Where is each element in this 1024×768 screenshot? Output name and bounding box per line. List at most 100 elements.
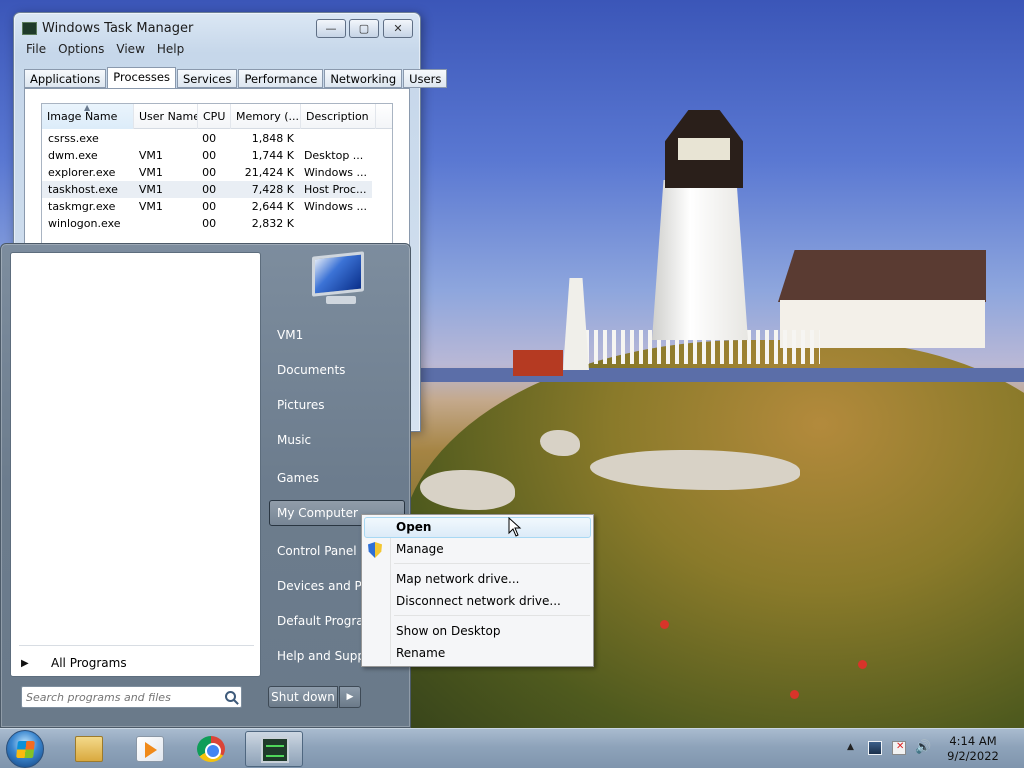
- cell-user-name: VM1: [138, 183, 163, 196]
- column-user-name[interactable]: User Name: [134, 104, 198, 129]
- cell-memory: 1,848 K: [251, 132, 294, 145]
- clock[interactable]: 4:14 AM 9/2/2022: [940, 734, 1006, 764]
- wallpaper-lighthouse-glass: [678, 138, 730, 160]
- close-button[interactable]: ✕: [383, 19, 413, 38]
- start-item-music[interactable]: Music: [269, 427, 405, 453]
- start-item-documents[interactable]: Documents: [269, 357, 405, 383]
- start-button[interactable]: [6, 730, 44, 768]
- cell-image-name: winlogon.exe: [48, 217, 121, 230]
- wallpaper-shed: [513, 350, 563, 376]
- start-search-box[interactable]: [21, 686, 242, 708]
- wallpaper-flower: [858, 660, 867, 669]
- cell-description: Windows ...: [303, 166, 368, 179]
- computer-monitor-icon: [312, 251, 364, 297]
- volume-icon[interactable]: 🔊: [915, 741, 931, 755]
- cell-cpu: 00: [202, 183, 217, 196]
- tab-users[interactable]: Users: [403, 69, 448, 88]
- table-row[interactable]: dwm.exe VM1 00 1,744 K Desktop ...: [42, 147, 372, 164]
- title-bar[interactable]: Windows Task Manager — ▢ ✕: [14, 13, 420, 43]
- cell-description: [298, 215, 372, 232]
- menu-help[interactable]: Help: [151, 42, 190, 60]
- clock-time: 4:14 AM: [949, 734, 997, 748]
- window-title: Windows Task Manager: [42, 21, 194, 36]
- tab-strip: Applications Processes Services Performa…: [24, 67, 448, 89]
- taskbar-media-player[interactable]: [121, 731, 179, 767]
- cell-image-name: taskhost.exe: [48, 183, 118, 196]
- menu-item-show-on-desktop[interactable]: Show on Desktop: [364, 621, 591, 642]
- menu-bar: File Options View Help: [20, 42, 190, 60]
- maximize-button[interactable]: ▢: [349, 19, 379, 38]
- menu-item-map-network-drive[interactable]: Map network drive...: [364, 569, 591, 590]
- cell-memory: 2,644 K: [251, 200, 294, 213]
- sort-ascending-icon: ▲: [84, 104, 91, 112]
- wallpaper-small-tower: [563, 278, 589, 370]
- tab-processes[interactable]: Processes: [107, 67, 176, 89]
- wallpaper-flower: [660, 620, 669, 629]
- start-item-user[interactable]: VM1: [269, 322, 405, 348]
- task-manager-icon: [261, 737, 289, 763]
- task-manager-icon: [22, 22, 37, 35]
- table-row-selected[interactable]: taskhost.exe VM1 00 7,428 K Host Proc...: [42, 181, 372, 198]
- cell-description: [298, 130, 372, 147]
- cell-memory: 21,424 K: [244, 166, 294, 179]
- tab-performance[interactable]: Performance: [238, 69, 324, 88]
- menu-item-rename[interactable]: Rename: [364, 643, 591, 664]
- menu-options[interactable]: Options: [52, 42, 110, 60]
- user-picture[interactable]: [304, 250, 366, 310]
- column-cpu[interactable]: CPU: [198, 104, 231, 129]
- context-menu: Open Manage Map network drive... Disconn…: [361, 514, 594, 667]
- menu-file[interactable]: File: [20, 42, 52, 60]
- cell-user-name: [133, 215, 196, 232]
- table-row[interactable]: explorer.exe VM1 00 21,424 K Windows ...: [42, 164, 372, 181]
- all-programs-button[interactable]: ▶ All Programs: [21, 653, 251, 673]
- cell-description: Windows ...: [303, 200, 368, 213]
- mouse-pointer-icon: [508, 517, 522, 537]
- menu-separator: [394, 563, 590, 564]
- menu-item-manage[interactable]: Manage: [364, 539, 591, 560]
- taskbar: ▲ 🔊 4:14 AM 9/2/2022: [0, 728, 1024, 768]
- cell-user-name: VM1: [138, 149, 163, 162]
- cell-memory: 7,428 K: [251, 183, 294, 196]
- search-icon[interactable]: [225, 691, 236, 702]
- network-icon[interactable]: [868, 741, 882, 755]
- taskbar-task-manager[interactable]: [245, 731, 303, 767]
- cell-image-name: taskmgr.exe: [48, 200, 116, 213]
- taskbar-windows-explorer[interactable]: [60, 731, 118, 767]
- minimize-button[interactable]: —: [316, 19, 346, 38]
- table-row[interactable]: taskmgr.exe VM1 00 2,644 K Windows ...: [42, 198, 372, 215]
- taskbar-chrome[interactable]: [182, 731, 240, 767]
- show-hidden-icons-chevron-up-icon[interactable]: ▲: [847, 742, 854, 752]
- media-player-icon: [136, 736, 164, 762]
- action-center-flag-icon[interactable]: [892, 741, 906, 755]
- tab-applications[interactable]: Applications: [24, 69, 107, 88]
- menu-item-open[interactable]: Open: [364, 517, 591, 538]
- tab-services[interactable]: Services: [176, 69, 238, 88]
- programs-list: ▶ All Programs: [10, 252, 261, 677]
- cell-memory: 1,744 K: [251, 149, 294, 162]
- chevron-right-icon: ▶: [346, 692, 354, 702]
- column-memory[interactable]: Memory (...: [231, 104, 301, 129]
- process-list-header: ▲ Image Name User Name CPU Memory (... D…: [42, 104, 392, 129]
- search-input[interactable]: [26, 689, 216, 705]
- tab-networking[interactable]: Networking: [324, 69, 403, 88]
- column-image-name[interactable]: ▲ Image Name: [42, 104, 134, 129]
- cell-description: Desktop ...: [303, 149, 364, 162]
- column-description[interactable]: Description: [301, 104, 376, 129]
- shut-down-button[interactable]: Shut down: [268, 686, 338, 708]
- wallpaper-house-roof: [778, 250, 986, 302]
- start-item-games[interactable]: Games: [269, 465, 405, 491]
- start-item-pictures[interactable]: Pictures: [269, 392, 405, 418]
- cell-cpu: 00: [202, 132, 217, 145]
- table-row[interactable]: csrss.exe 00 1,848 K: [42, 130, 372, 147]
- cell-image-name: dwm.exe: [48, 149, 98, 162]
- menu-view[interactable]: View: [110, 42, 150, 60]
- cell-cpu: 00: [202, 166, 217, 179]
- cell-user-name: VM1: [138, 166, 163, 179]
- minimize-icon: —: [325, 22, 337, 35]
- menu-item-disconnect-network-drive[interactable]: Disconnect network drive...: [364, 591, 591, 612]
- start-menu: ▶ All Programs VM1 Documents Pictures Mu…: [0, 243, 411, 728]
- all-programs-divider: [19, 645, 254, 646]
- cell-cpu: 00: [202, 200, 217, 213]
- table-row[interactable]: winlogon.exe 00 2,832 K: [42, 215, 372, 232]
- shut-down-options-button[interactable]: ▶: [339, 686, 361, 708]
